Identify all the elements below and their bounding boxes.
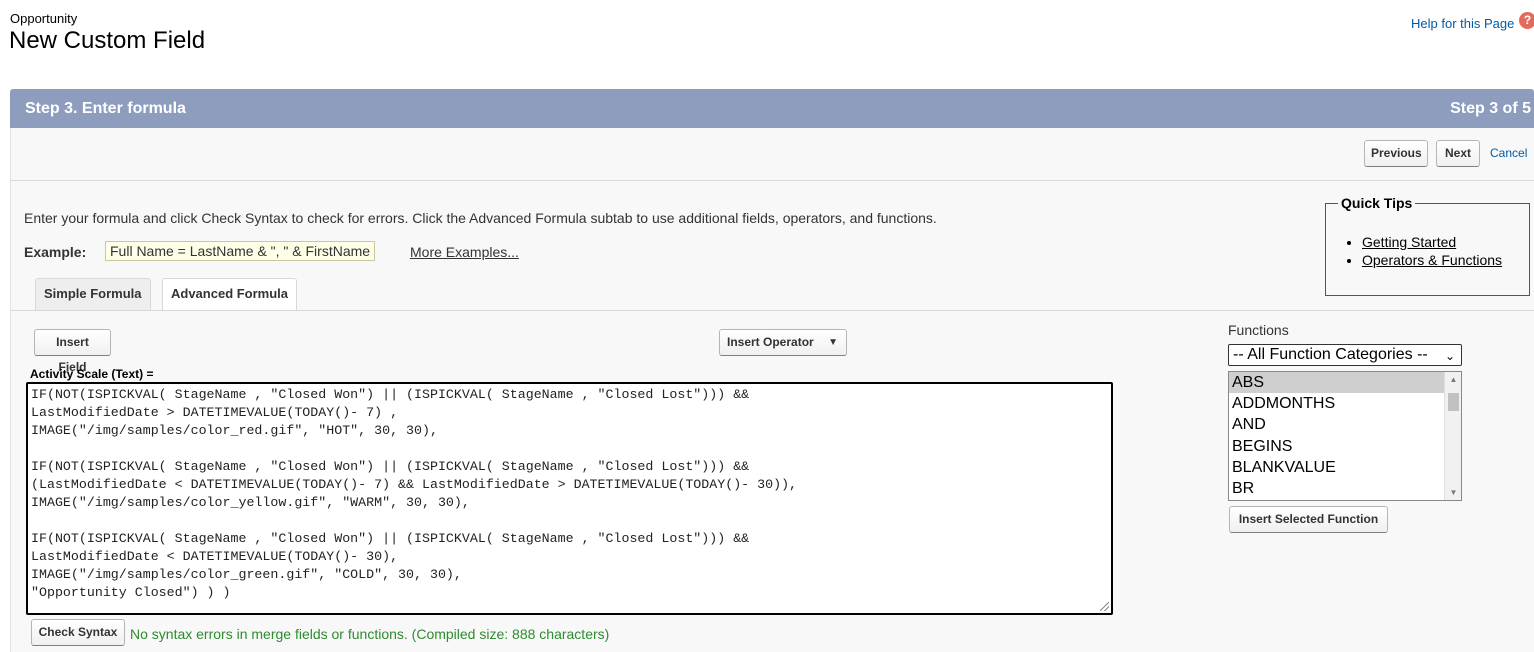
syntax-status-message: No syntax errors in merge fields or func… xyxy=(130,626,610,642)
function-item[interactable]: AND xyxy=(1229,414,1461,435)
tab-simple-formula[interactable]: Simple Formula xyxy=(35,278,151,310)
insert-field-button[interactable]: Insert Field xyxy=(34,329,111,374)
next-button[interactable]: Next xyxy=(1436,140,1480,167)
scroll-thumb[interactable] xyxy=(1448,393,1459,411)
function-item[interactable]: BLANKVALUE xyxy=(1229,457,1461,478)
more-examples-link[interactable]: More Examples... xyxy=(410,244,519,260)
formula-editor[interactable]: IF(NOT(ISPICKVAL( StageName , "Closed Wo… xyxy=(26,382,1113,615)
function-item[interactable]: BEGINS xyxy=(1229,436,1461,457)
caret-down-icon: ▼ xyxy=(828,337,838,348)
insert-selected-function-button[interactable]: Insert Selected Function xyxy=(1229,506,1388,533)
step-bar: Step 3. Enter formula Step 3 of 5 xyxy=(10,89,1534,128)
function-category-select[interactable]: -- All Function Categories -- ⌄ xyxy=(1228,344,1462,366)
operators-functions-link[interactable]: Operators & Functions xyxy=(1362,252,1502,268)
quick-tips-title: Quick Tips xyxy=(1338,195,1416,211)
scroll-up-icon[interactable]: ▲ xyxy=(1445,375,1461,384)
check-syntax-button[interactable]: Check Syntax xyxy=(31,619,125,646)
function-item[interactable]: ABS xyxy=(1229,372,1461,394)
insert-operator-label: Insert Operator xyxy=(727,335,814,349)
page-title: New Custom Field xyxy=(9,27,206,54)
function-item[interactable]: ADDMONTHS xyxy=(1229,393,1461,414)
divider xyxy=(11,180,1534,181)
quick-tips-panel: Quick Tips Getting Started Operators & F… xyxy=(1325,195,1530,296)
getting-started-link[interactable]: Getting Started xyxy=(1362,234,1456,250)
intro-text: Enter your formula and click Check Synta… xyxy=(24,210,937,226)
cancel-link[interactable]: Cancel xyxy=(1490,146,1527,160)
function-list-scrollbar[interactable]: ▲ ▼ xyxy=(1444,372,1461,500)
function-item[interactable]: BR xyxy=(1229,478,1461,499)
example-label: Example: xyxy=(24,244,87,260)
function-category-value: -- All Function Categories -- xyxy=(1233,346,1428,363)
function-list[interactable]: ABS ADDMONTHS AND BEGINS BLANKVALUE BR ▲… xyxy=(1228,371,1462,501)
help-icon[interactable]: ? xyxy=(1519,12,1534,29)
formula-field-label: Activity Scale (Text) = xyxy=(30,367,154,381)
chevron-down-icon: ⌄ xyxy=(1444,349,1455,363)
functions-label: Functions xyxy=(1228,322,1289,338)
help-link[interactable]: Help for this Page xyxy=(1411,16,1514,31)
wizard-content: Previous Next Cancel Quick Tips Getting … xyxy=(10,128,1534,652)
example-value: Full Name = LastName & ", " & FirstName xyxy=(105,241,376,261)
tab-advanced-formula[interactable]: Advanced Formula xyxy=(162,278,298,311)
scroll-down-icon[interactable]: ▼ xyxy=(1445,488,1461,497)
tab-divider xyxy=(11,310,1534,311)
step-title: Step 3. Enter formula xyxy=(25,100,186,117)
quick-tips-list: Getting Started Operators & Functions xyxy=(1326,233,1502,269)
resize-grip-icon[interactable] xyxy=(1100,602,1109,611)
previous-button[interactable]: Previous xyxy=(1364,140,1428,167)
object-label: Opportunity xyxy=(10,11,78,26)
insert-operator-button[interactable]: Insert Operator ▼ xyxy=(719,329,847,356)
step-counter: Step 3 of 5 xyxy=(1450,100,1531,117)
